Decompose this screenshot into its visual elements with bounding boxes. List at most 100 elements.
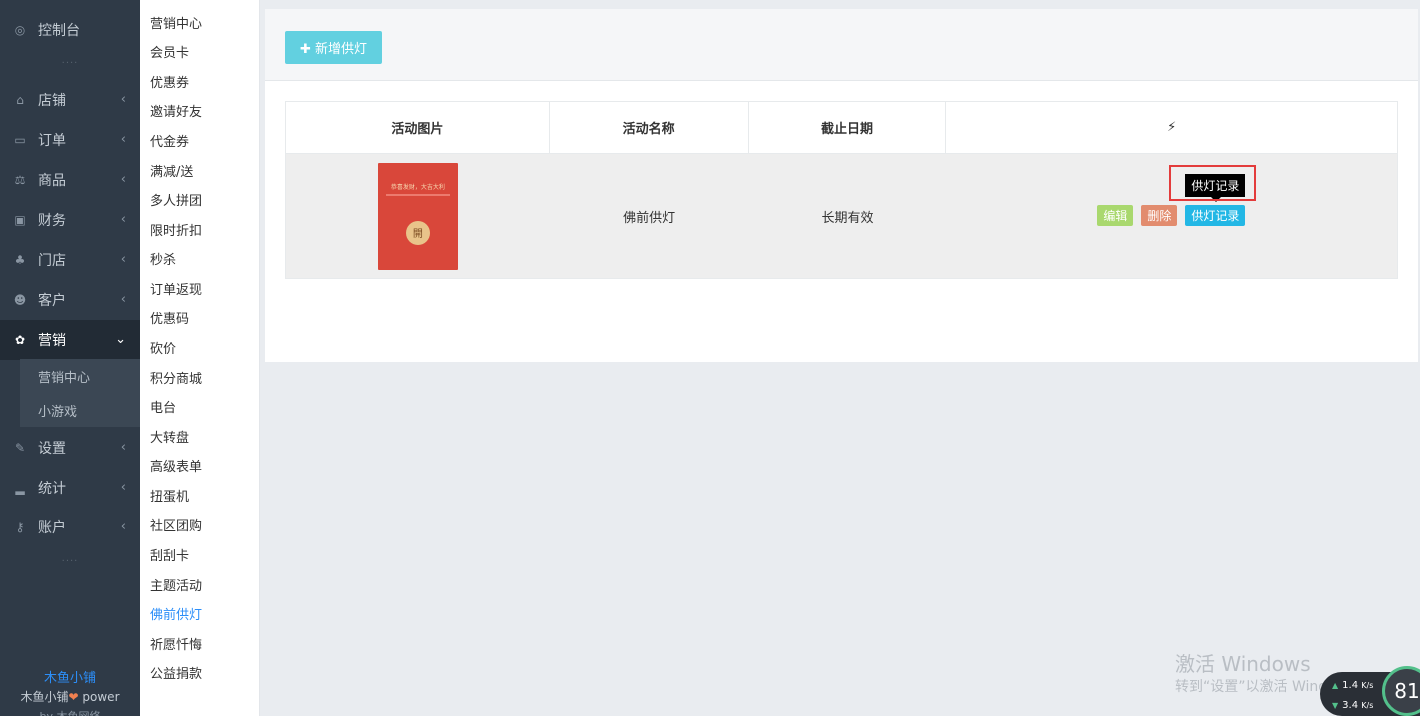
- thumbnail-subline: [385, 193, 450, 196]
- column-header-deadline: 截止日期: [749, 102, 947, 153]
- chevron-down-icon: ⌄: [115, 332, 126, 347]
- column-header-name: 活动名称: [550, 102, 749, 153]
- chevron-left-icon: ‹: [120, 172, 126, 187]
- sidebar-item-customers[interactable]: ☻ 客户 ‹: [0, 280, 140, 320]
- submenu-item[interactable]: 邀请好友: [150, 103, 202, 123]
- brand-power-text: 木鱼小铺: [20, 690, 69, 704]
- red-envelope-thumbnail[interactable]: 恭喜发财，大吉大利 開: [377, 162, 458, 270]
- windows-watermark-title: 激活 Windows: [1175, 652, 1311, 676]
- table-header-row: 活动图片 活动名称 截止日期 ⚡: [286, 102, 1397, 154]
- brand-power-suffix: power: [82, 690, 120, 704]
- main-content: ✚ 新增供灯 活动图片 活动名称 截止日期 ⚡ 恭喜发财，大吉大利 開 佛前供灯…: [260, 0, 1420, 716]
- heart-icon: ❤: [68, 690, 79, 704]
- submenu-item[interactable]: 大转盘: [150, 429, 189, 449]
- sidebar-item-stats[interactable]: ▂ 统计 ‹: [0, 468, 140, 508]
- arrow-down-icon: ▼: [1332, 701, 1339, 710]
- network-speed-widget[interactable]: ▲ 1.4 K/s ▼ 3.4 K/s 81: [1320, 666, 1420, 716]
- shop-icon: ⌂: [16, 93, 24, 107]
- money-icon: ▣: [14, 213, 26, 227]
- sidebar-item-label: 订单: [38, 133, 66, 149]
- submenu-item[interactable]: 会员卡: [150, 44, 189, 64]
- sidebar-item-label: 店铺: [38, 93, 66, 109]
- chevron-left-icon: ‹: [120, 440, 126, 455]
- speed-unit: K/s: [1361, 701, 1374, 710]
- highlight-box: [1169, 165, 1257, 201]
- submenu-item[interactable]: 优惠券: [150, 74, 189, 94]
- sidebar-item-dashboard[interactable]: ◎ 控制台: [0, 10, 140, 50]
- table-row: 恭喜发财，大吉大利 開 佛前供灯 长期有效 编辑 删除 供灯记录 供灯记录: [286, 154, 1397, 278]
- submenu-item[interactable]: 积分商城: [150, 370, 202, 390]
- submenu-item[interactable]: 多人拼团: [150, 192, 202, 212]
- chevron-left-icon: ‹: [120, 132, 126, 147]
- submenu-item[interactable]: 高级表单: [150, 458, 202, 478]
- sidebar-item-account[interactable]: ⚷ 账户 ‹: [0, 507, 140, 547]
- sidebar-item-label: 商品: [38, 173, 66, 189]
- brand-power-line: 木鱼小铺❤ power: [0, 688, 140, 705]
- submenu-item[interactable]: 砍价: [150, 340, 176, 360]
- sidebar-item-settings[interactable]: ✎ 设置 ‹: [0, 428, 140, 468]
- activity-table: 活动图片 活动名称 截止日期 ⚡ 恭喜发财，大吉大利 開 佛前供灯 长期有效 编…: [285, 101, 1398, 279]
- submenu-item[interactable]: 秒杀: [150, 251, 176, 271]
- sidebar-separator: ····: [61, 556, 79, 567]
- activity-image-cell: 恭喜发财，大吉大利 開: [286, 154, 550, 278]
- lightning-icon: ⚡: [1167, 120, 1177, 135]
- activity-name: 佛前供灯: [623, 210, 676, 226]
- main-sidebar: ◎ 控制台 ···· ⌂ 店铺 ‹ ▭ 订单 ‹ ⚖ 商品 ‹ ▣ 财务 ‹ ♣…: [0, 0, 140, 716]
- column-header-image: 活动图片: [286, 102, 550, 153]
- sidebar-item-marketing[interactable]: ✿ 营销 ⌄: [0, 320, 140, 360]
- download-speed: ▼ 3.4 K/s: [1332, 700, 1373, 711]
- brand-extra: by 木鱼网络: [0, 708, 140, 716]
- chevron-left-icon: ‹: [120, 252, 126, 267]
- submenu-item[interactable]: 代金券: [150, 133, 189, 153]
- submenu-item[interactable]: 限时折扣: [150, 222, 202, 242]
- download-value: 3.4: [1342, 700, 1359, 711]
- actions-cell: 编辑 删除 供灯记录 供灯记录: [946, 154, 1397, 278]
- sidebar-item-finance[interactable]: ▣ 财务 ‹: [0, 200, 140, 240]
- submenu-item[interactable]: 祈愿忏悔: [150, 636, 202, 656]
- sidebar-item-label: 客户: [38, 293, 66, 309]
- speed-unit: K/s: [1361, 681, 1374, 690]
- sidebar-item-orders[interactable]: ▭ 订单 ‹: [0, 120, 140, 160]
- gift-icon: ✿: [14, 333, 26, 347]
- submenu-item[interactable]: 刮刮卡: [150, 547, 189, 567]
- lamp-records-button[interactable]: 供灯记录: [1185, 205, 1246, 226]
- upload-speed: ▲ 1.4 K/s: [1332, 680, 1373, 691]
- sidebar-item-stores[interactable]: ♣ 门店 ‹: [0, 240, 140, 280]
- add-lamp-button[interactable]: ✚ 新增供灯: [285, 31, 382, 64]
- chevron-left-icon: ‹: [120, 212, 126, 227]
- order-icon: ▭: [14, 133, 26, 147]
- submenu-item[interactable]: 扭蛋机: [150, 488, 189, 508]
- sidebar-item-products[interactable]: ⚖ 商品 ‹: [0, 160, 140, 200]
- brand-name[interactable]: 木鱼小铺: [0, 667, 140, 686]
- toolbar: ✚ 新增供灯: [265, 9, 1418, 81]
- store-tree-icon: ♣: [14, 253, 26, 267]
- sidebar-item-label: 控制台: [38, 23, 80, 39]
- sidebar-item-label: 营销: [38, 333, 66, 349]
- memory-gauge: 81: [1382, 666, 1420, 716]
- sidebar-item-label: 设置: [38, 441, 66, 457]
- submenu-item[interactable]: 电台: [150, 399, 176, 419]
- signal-icon: ▂: [15, 481, 25, 495]
- marketing-submenu: 营销中心 会员卡 优惠券 邀请好友 代金券 满减/送 多人拼团 限时折扣 秒杀 …: [140, 0, 260, 716]
- submenu-item[interactable]: 满减/送: [150, 163, 193, 183]
- submenu-item-current[interactable]: 佛前供灯: [150, 606, 202, 626]
- chevron-left-icon: ‹: [120, 92, 126, 107]
- sidebar-subitem-marketing-center[interactable]: 营销中心: [20, 359, 140, 393]
- wrench-icon: ✎: [14, 441, 26, 455]
- open-coin-icon: 開: [405, 220, 430, 245]
- submenu-item[interactable]: 公益捐款: [150, 665, 202, 685]
- submenu-item[interactable]: 社区团购: [150, 517, 202, 537]
- actions-group: 编辑 删除 供灯记录 供灯记录: [946, 154, 1397, 278]
- sidebar-subitem-mini-games[interactable]: 小游戏: [20, 393, 140, 427]
- chevron-left-icon: ‹: [120, 292, 126, 307]
- edit-button[interactable]: 编辑: [1097, 205, 1134, 226]
- submenu-item[interactable]: 主题活动: [150, 577, 202, 597]
- sidebar-item-shop[interactable]: ⌂ 店铺 ‹: [0, 80, 140, 120]
- submenu-item[interactable]: 订单返现: [150, 281, 202, 301]
- sidebar-item-label: 门店: [38, 253, 66, 269]
- sidebar-separator: ····: [61, 58, 79, 69]
- delete-button[interactable]: 删除: [1141, 205, 1178, 226]
- content-panel: 活动图片 活动名称 截止日期 ⚡ 恭喜发财，大吉大利 開 佛前供灯 长期有效 编…: [265, 81, 1418, 362]
- submenu-item[interactable]: 营销中心: [150, 15, 202, 35]
- submenu-item[interactable]: 优惠码: [150, 310, 189, 330]
